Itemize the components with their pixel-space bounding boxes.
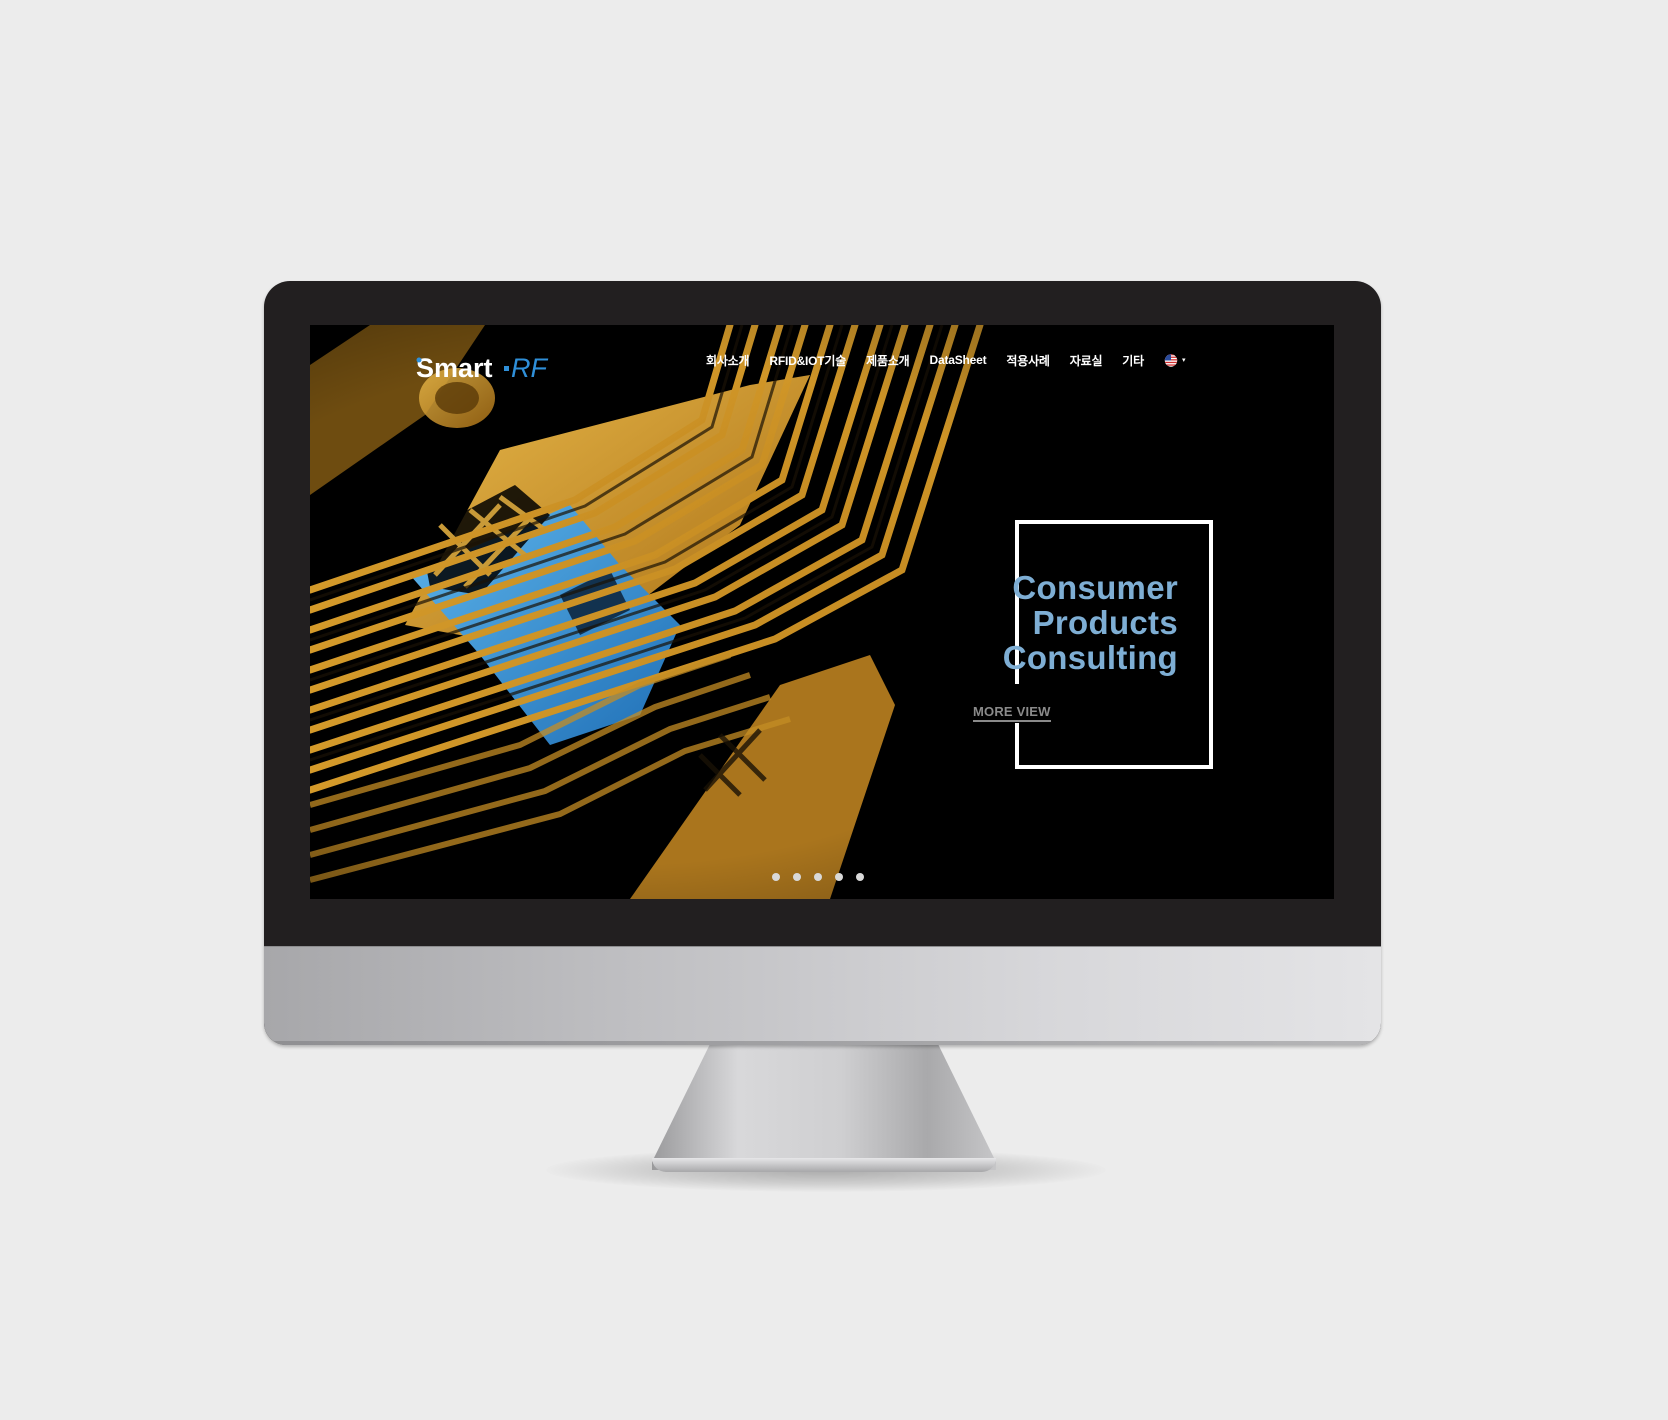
more-view-button[interactable]: MORE VIEW: [973, 704, 1051, 722]
slide-dot-4[interactable]: [835, 873, 843, 881]
svg-text:Smart: Smart: [416, 353, 493, 383]
monitor-stand: [652, 1044, 996, 1170]
hero-frame-decoration: [1015, 520, 1213, 769]
slide-dot-2[interactable]: [793, 873, 801, 881]
website-screen: Smart RF 회사소개 RFID&IOT기술 제품소개 DataSheet …: [310, 325, 1334, 899]
slide-dot-5[interactable]: [856, 873, 864, 881]
monitor-stand-base: [652, 1158, 996, 1172]
slider-pagination: [772, 873, 877, 881]
slide-dot-1[interactable]: [772, 873, 780, 881]
nav-resources[interactable]: 자료실: [1070, 352, 1103, 369]
smart-rf-logo[interactable]: Smart RF: [416, 351, 566, 385]
nav-company-intro[interactable]: 회사소개: [706, 352, 750, 369]
main-navigation: 회사소개 RFID&IOT기술 제품소개 DataSheet 적용사례 자료실 …: [706, 350, 1186, 370]
language-selector[interactable]: ▾: [1164, 353, 1186, 367]
nav-etc[interactable]: 기타: [1122, 352, 1144, 369]
nav-products[interactable]: 제품소개: [866, 352, 910, 369]
site-header: Smart RF 회사소개 RFID&IOT기술 제품소개 DataSheet …: [310, 325, 1334, 405]
svg-text:RF: RF: [511, 353, 548, 383]
monitor-chin: [264, 946, 1381, 1045]
chevron-down-icon: ▾: [1181, 357, 1186, 364]
us-flag-icon: [1164, 353, 1178, 367]
nav-datasheet[interactable]: DataSheet: [930, 353, 987, 367]
slide-dot-3[interactable]: [814, 873, 822, 881]
nav-rfid-iot-technology[interactable]: RFID&IOT기술: [769, 352, 846, 369]
nav-case-studies[interactable]: 적용사례: [1006, 352, 1050, 369]
